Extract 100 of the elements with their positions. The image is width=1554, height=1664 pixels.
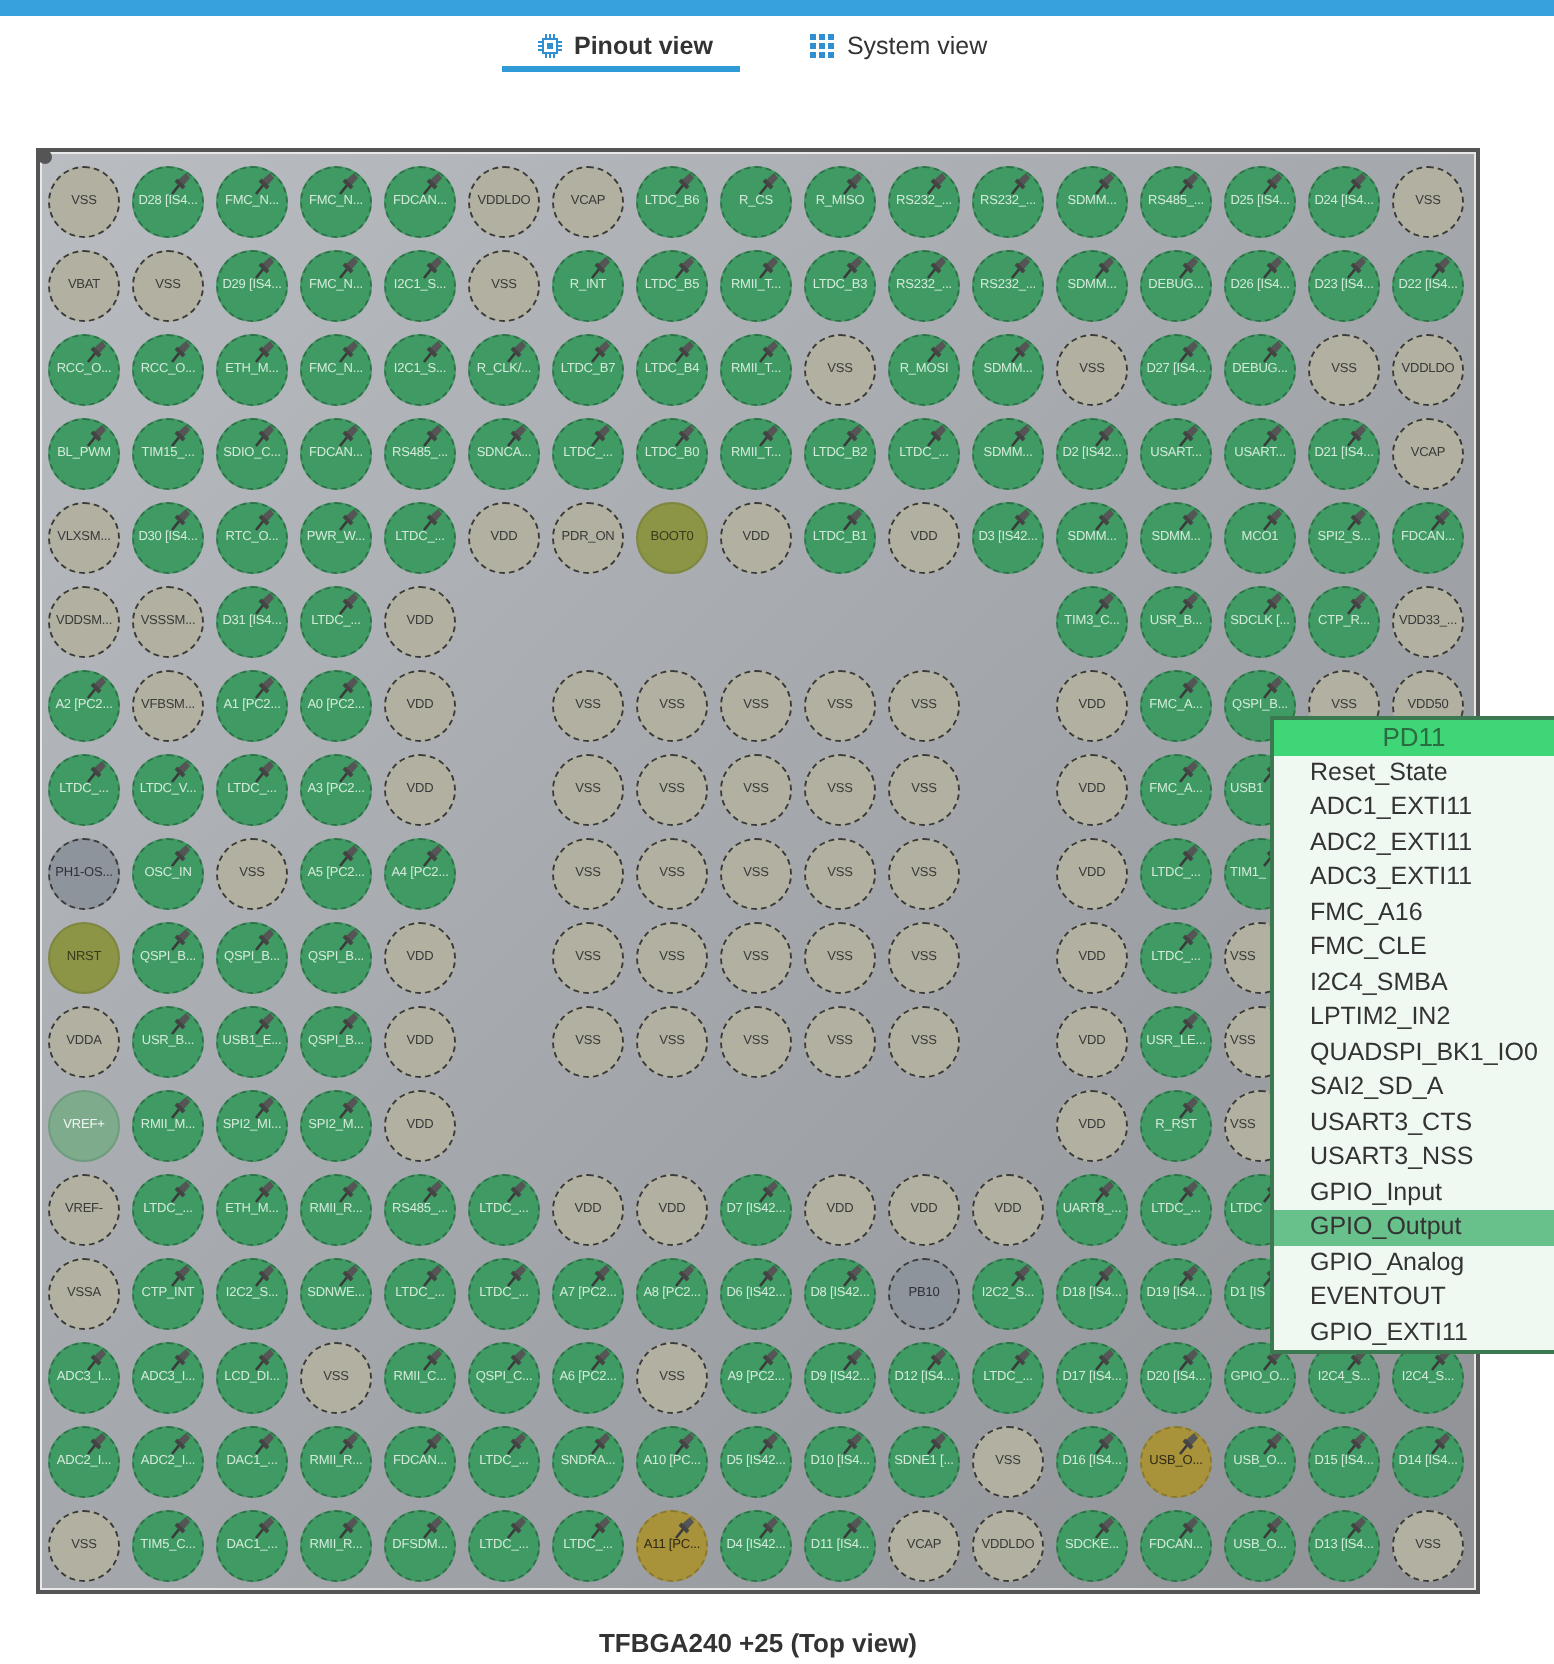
pushpin-icon — [254, 1010, 276, 1036]
pushpin-icon — [422, 254, 444, 280]
pushpin-icon — [1178, 1430, 1200, 1456]
pushpin-icon — [1346, 1514, 1368, 1540]
pushpin-icon — [254, 254, 276, 280]
pushpin-icon — [86, 422, 108, 448]
pushpin-icon — [170, 338, 192, 364]
pushpin-icon — [590, 254, 612, 280]
pushpin-icon — [1178, 422, 1200, 448]
pushpin-icon — [254, 338, 276, 364]
pushpin-icon — [674, 170, 696, 196]
pushpin-icon — [1010, 506, 1032, 532]
pushpin-icon — [422, 338, 444, 364]
pushpin-icon — [590, 1346, 612, 1372]
pushpin-icon — [1094, 506, 1116, 532]
pushpin-icon — [338, 254, 360, 280]
pushpin-icon — [842, 506, 864, 532]
pushpin-icon — [254, 1178, 276, 1204]
pushpin-icon — [1346, 170, 1368, 196]
pushpin-icon — [254, 1430, 276, 1456]
pushpin-icon — [1094, 1346, 1116, 1372]
pushpin-icon — [506, 1514, 528, 1540]
pushpin-icon — [1178, 1262, 1200, 1288]
pushpin-icon — [926, 1346, 948, 1372]
pushpin-icon — [674, 1262, 696, 1288]
pushpin-icon — [590, 338, 612, 364]
pushpin-icon — [422, 170, 444, 196]
pushpin-icon — [1346, 254, 1368, 280]
pushpin-icon — [170, 842, 192, 868]
pushpin-icon — [1178, 1178, 1200, 1204]
pushpin-icon — [338, 590, 360, 616]
pushpin-icon — [1178, 842, 1200, 868]
pushpin-icon — [1346, 506, 1368, 532]
pushpin-icon — [674, 1514, 696, 1540]
pushpin-icon — [254, 506, 276, 532]
pushpin-icon — [842, 170, 864, 196]
pushpin-icon — [254, 1262, 276, 1288]
pushpin-icon — [842, 254, 864, 280]
pushpin-icon — [590, 1514, 612, 1540]
pushpin-icon — [338, 338, 360, 364]
pushpin-icon — [1010, 1262, 1032, 1288]
view-tab[interactable]: Pinout view — [502, 24, 741, 72]
pushpin-icon — [1094, 1514, 1116, 1540]
pushpin-icon — [758, 1346, 780, 1372]
pushpin-icon — [1010, 338, 1032, 364]
pushpin-icon — [674, 1430, 696, 1456]
pushpin-icon — [926, 338, 948, 364]
pushpin-icon — [758, 422, 780, 448]
pushpin-icon — [1094, 1262, 1116, 1288]
pushpin-icon — [758, 1514, 780, 1540]
pushpin-icon — [422, 1430, 444, 1456]
pushpin-icon — [1178, 1346, 1200, 1372]
pushpin-icon — [842, 1262, 864, 1288]
pushpin-icon — [1178, 758, 1200, 784]
pushpin-icon — [254, 674, 276, 700]
pushpin-icon — [170, 1010, 192, 1036]
pushpin-icon — [254, 1094, 276, 1120]
pushpin-icon — [1010, 170, 1032, 196]
pushpin-icon — [758, 254, 780, 280]
pushpin-icon — [590, 422, 612, 448]
pushpin-icon — [590, 1430, 612, 1456]
pushpin-icon — [1430, 506, 1452, 532]
pushpin-icon — [674, 254, 696, 280]
pushpin-icon — [506, 1262, 528, 1288]
pushpin-icon — [1094, 1430, 1116, 1456]
pushpin-icon — [254, 1346, 276, 1372]
pushpin-icon — [170, 926, 192, 952]
pushpin-icon — [1010, 1346, 1032, 1372]
pushpin-icon — [338, 170, 360, 196]
pushpin-icon — [1178, 926, 1200, 952]
pushpin-icon — [1262, 674, 1284, 700]
pushpin-icon — [1262, 1514, 1284, 1540]
pushpin-icon — [338, 1430, 360, 1456]
pushpin-icon — [338, 1514, 360, 1540]
view-tab[interactable]: System view — [774, 24, 1016, 72]
menu-item[interactable]: GPIO_Output — [1274, 1210, 1554, 1245]
pushpin-icon — [758, 1430, 780, 1456]
pushpin-icon — [254, 1514, 276, 1540]
pushpin-icon — [86, 338, 108, 364]
pushpin-icon — [674, 422, 696, 448]
pushpin-icon — [674, 338, 696, 364]
package-caption: TFBGA240 +25 (Top view) — [596, 1628, 920, 1658]
pushpin-icon — [1094, 422, 1116, 448]
pushpin-icon — [1262, 170, 1284, 196]
pushpin-icon — [422, 1346, 444, 1372]
pushpin-icon — [1094, 590, 1116, 616]
pushpin-icon — [1262, 338, 1284, 364]
pushpin-icon — [1262, 1430, 1284, 1456]
pushpin-icon — [1262, 590, 1284, 616]
pushpin-icon — [338, 758, 360, 784]
pushpin-icon — [86, 758, 108, 784]
pushpin-icon — [170, 1346, 192, 1372]
menu-title: PD11 — [1274, 720, 1554, 755]
pushpin-icon — [926, 1430, 948, 1456]
pushpin-icon — [422, 1514, 444, 1540]
pushpin-icon — [338, 422, 360, 448]
pushpin-icon — [170, 506, 192, 532]
pushpin-icon — [338, 674, 360, 700]
chip-icon — [538, 33, 562, 57]
pushpin-icon — [170, 422, 192, 448]
